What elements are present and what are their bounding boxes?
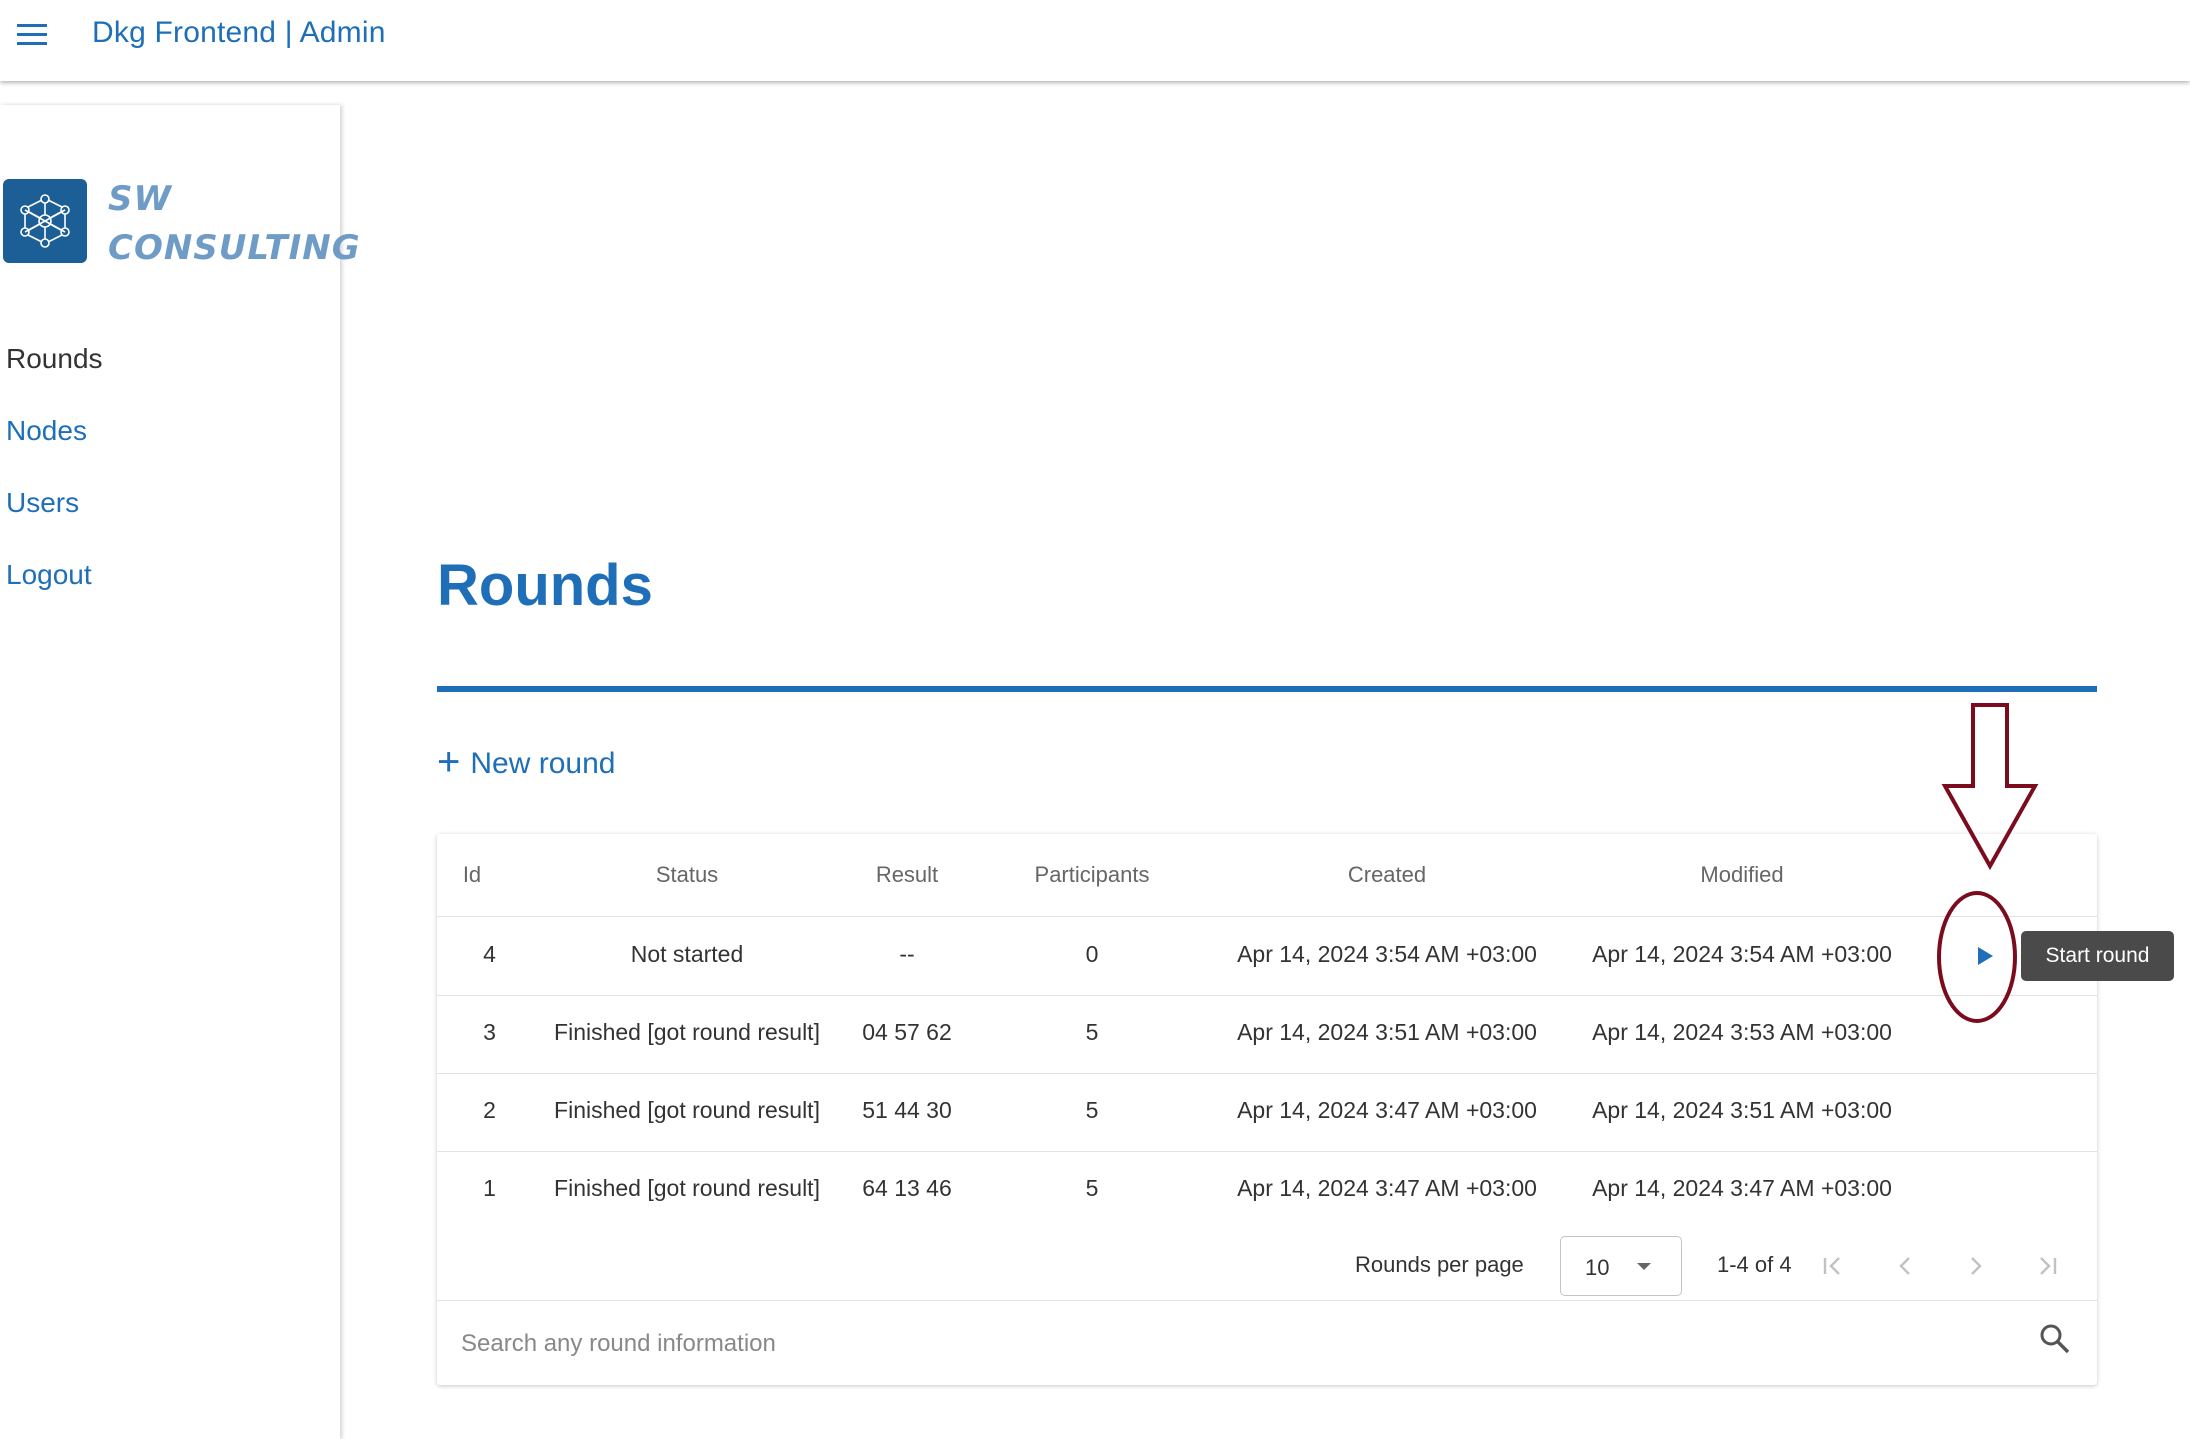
search-icon	[2040, 1324, 2070, 1354]
annotation-overlay	[1930, 700, 2050, 1030]
table-header: Id Status Result Participants Created Mo…	[437, 834, 2097, 917]
rows-per-page-value: 10	[1585, 1255, 1610, 1280]
pagination: Rounds per page 10 1-4 of 4	[437, 1232, 2097, 1302]
first-page-icon	[1823, 1257, 1840, 1275]
logo-text: SW CONSULTING	[108, 175, 361, 273]
new-round-button[interactable]: + New round	[437, 740, 616, 784]
cell-status: Finished [got round result]	[554, 1097, 820, 1123]
title-divider	[437, 686, 2097, 692]
plus-icon: +	[437, 740, 461, 784]
prev-page-icon	[1899, 1257, 1910, 1275]
page-title: Rounds	[437, 553, 653, 618]
rounds-table-card: Id Status Result Participants Created Mo…	[437, 834, 2097, 1385]
annotation-circle	[1937, 891, 2017, 1023]
cell-modified: Apr 14, 2024 3:47 AM +03:00	[1592, 1175, 1892, 1201]
sidebar-item-logout[interactable]: Logout	[6, 559, 92, 591]
table-row[interactable]: 4 Not started -- 0 Apr 14, 2024 3:54 AM …	[437, 917, 2097, 996]
app-title[interactable]: Dkg Frontend | Admin	[92, 16, 386, 50]
table-row[interactable]: 2 Finished [got round result] 51 44 30 5…	[437, 1073, 2097, 1152]
column-header-id[interactable]: Id	[437, 862, 507, 888]
table-row[interactable]: 1 Finished [got round result] 64 13 46 5…	[437, 1151, 2097, 1229]
column-header-participants[interactable]: Participants	[982, 862, 1202, 888]
search-button[interactable]	[2037, 1321, 2073, 1357]
column-header-result[interactable]: Result	[832, 862, 982, 888]
cell-created: Apr 14, 2024 3:47 AM +03:00	[1237, 1175, 1537, 1201]
logo	[3, 179, 87, 263]
annotation-arrow	[1941, 703, 2039, 871]
cell-status: Finished [got round result]	[554, 1019, 820, 1045]
cell-status: Not started	[630, 941, 744, 967]
search-bar	[437, 1300, 2097, 1386]
cell-result: 64 13 46	[862, 1175, 952, 1201]
menu-button[interactable]	[14, 20, 50, 50]
cell-status: Finished [got round result]	[554, 1175, 820, 1201]
cell-id: 2	[483, 1097, 496, 1123]
table-row[interactable]: 3 Finished [got round result] 04 57 62 5…	[437, 995, 2097, 1074]
cell-modified: Apr 14, 2024 3:54 AM +03:00	[1592, 941, 1892, 967]
cell-created: Apr 14, 2024 3:51 AM +03:00	[1237, 1019, 1537, 1045]
cell-participants: 5	[1085, 1097, 1099, 1123]
cell-result: 04 57 62	[862, 1019, 952, 1045]
cell-result: --	[899, 941, 915, 967]
sidebar-item-rounds[interactable]: Rounds	[6, 343, 103, 375]
top-app-bar: Dkg Frontend | Admin	[0, 0, 2190, 81]
last-page-icon	[2040, 1257, 2057, 1275]
search-input[interactable]	[459, 1323, 2003, 1365]
cell-id: 4	[483, 941, 496, 967]
next-page-icon	[1971, 1257, 1982, 1275]
caret-down-icon	[1637, 1263, 1651, 1270]
new-round-label: New round	[470, 747, 616, 780]
cell-created: Apr 14, 2024 3:54 AM +03:00	[1237, 941, 1537, 967]
logo-line-2: CONSULTING	[108, 228, 361, 268]
cell-created: Apr 14, 2024 3:47 AM +03:00	[1237, 1097, 1537, 1123]
sidebar: SW CONSULTING Rounds Nodes Users Logout	[0, 105, 361, 1439]
rows-per-page-label: Rounds per page	[1355, 1252, 1524, 1277]
logo-line-1: SW	[108, 179, 172, 219]
cell-id: 3	[483, 1019, 496, 1045]
column-header-status[interactable]: Status	[542, 862, 832, 888]
rows-per-page-select[interactable]: 10	[1560, 1236, 1682, 1296]
last-page-button[interactable]	[2027, 1246, 2067, 1286]
cell-modified: Apr 14, 2024 3:51 AM +03:00	[1592, 1097, 1892, 1123]
menu-icon	[17, 24, 47, 45]
next-page-button[interactable]	[1956, 1246, 1996, 1286]
cell-id: 1	[483, 1175, 496, 1201]
cell-participants: 0	[1085, 941, 1099, 967]
sidebar-item-users[interactable]: Users	[6, 487, 79, 519]
column-header-created[interactable]: Created	[1202, 862, 1572, 888]
column-header-modified[interactable]: Modified	[1572, 862, 1912, 888]
page-range: 1-4 of 4	[1717, 1252, 1792, 1277]
cell-participants: 5	[1085, 1019, 1099, 1045]
cell-participants: 5	[1085, 1175, 1099, 1201]
cell-modified: Apr 14, 2024 3:53 AM +03:00	[1592, 1019, 1892, 1045]
first-page-button[interactable]	[1813, 1246, 1853, 1286]
sidebar-item-nodes[interactable]: Nodes	[6, 415, 87, 447]
cell-result: 51 44 30	[862, 1097, 952, 1123]
prev-page-button[interactable]	[1885, 1246, 1925, 1286]
network-logo-icon	[20, 194, 70, 248]
